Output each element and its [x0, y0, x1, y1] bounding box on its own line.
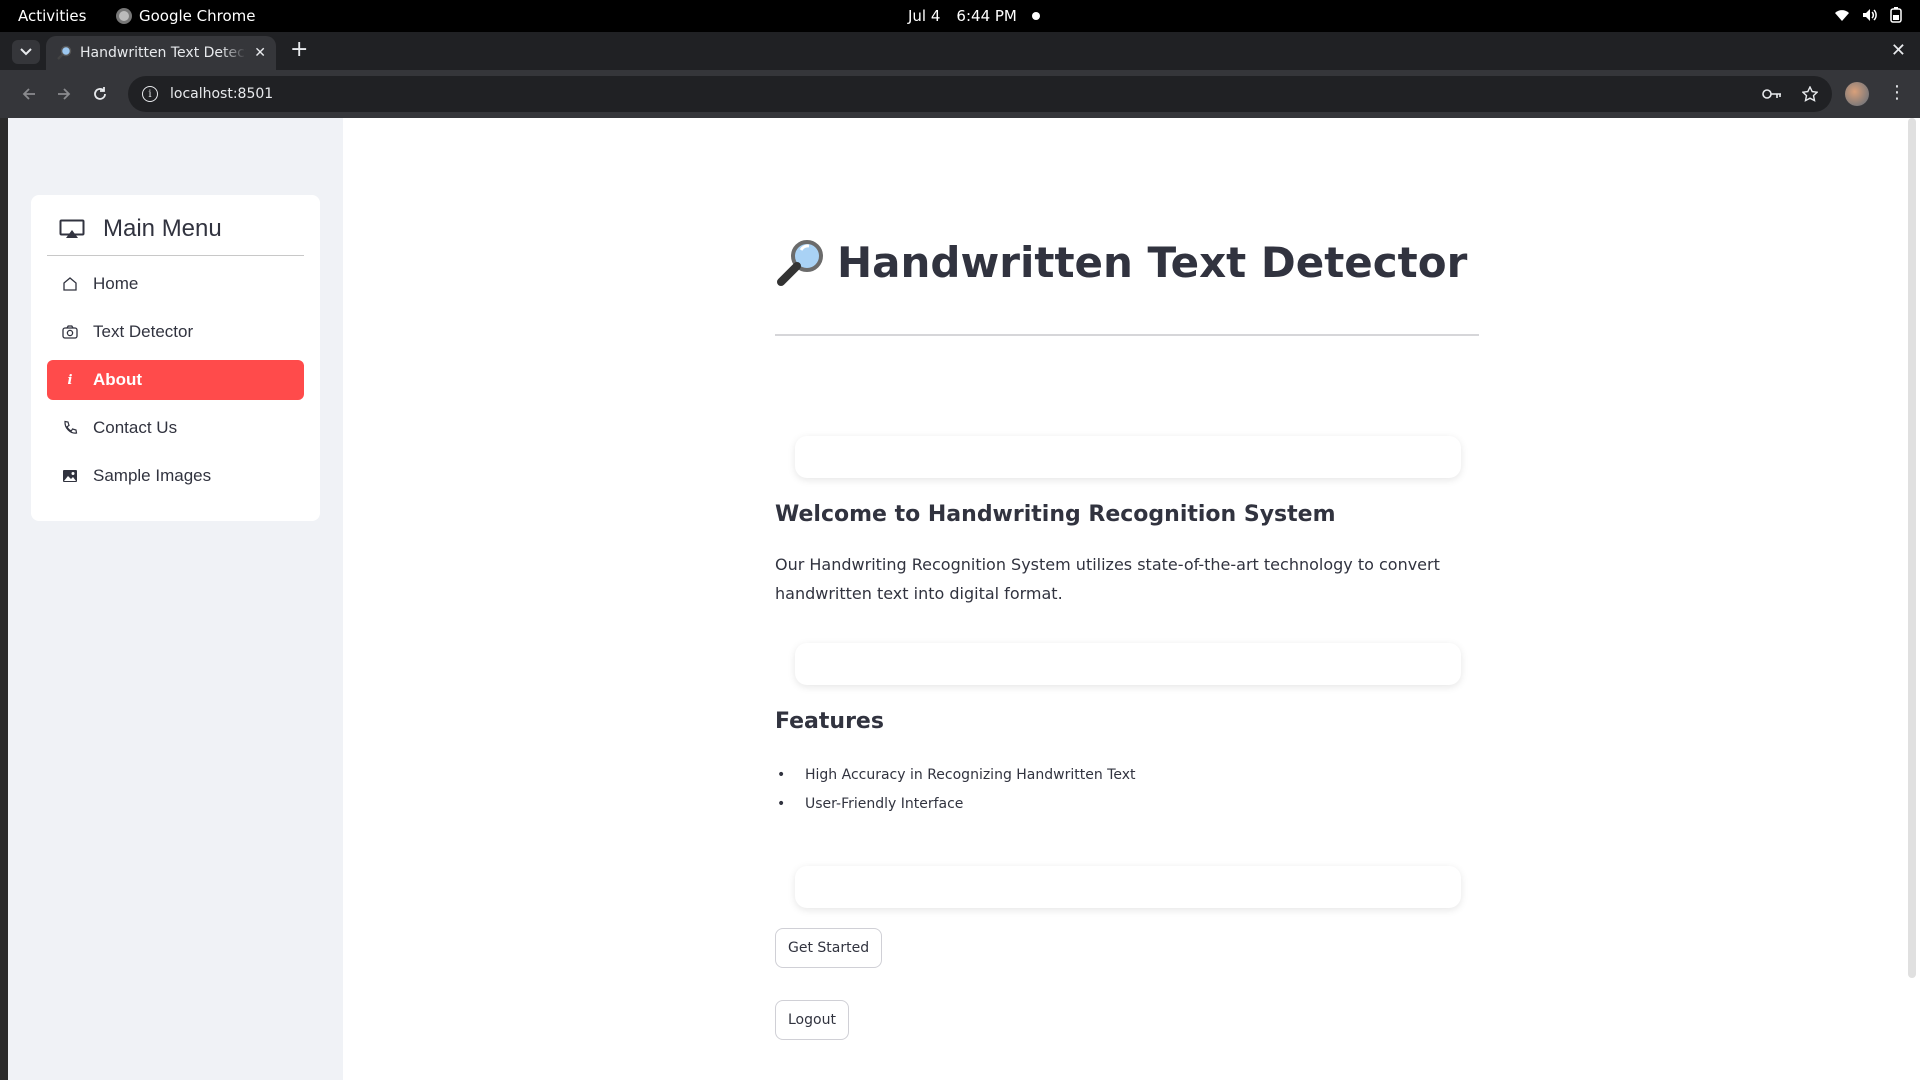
window-close-button[interactable]: ✕	[1891, 40, 1906, 61]
sidebar-item-label: About	[93, 370, 143, 389]
browser-tab[interactable]: Handwritten Text Detector ✕	[46, 36, 276, 70]
chevron-down-icon	[20, 48, 32, 56]
system-top-bar: Activities Google Chrome Jul 4 6:44 PM	[0, 0, 1920, 32]
content-card	[795, 643, 1461, 685]
phone-icon	[61, 419, 79, 437]
welcome-heading: Welcome to Handwriting Recognition Syste…	[775, 502, 1336, 527]
app-menu[interactable]: Google Chrome	[116, 7, 256, 25]
sidebar: Main Menu Home Text Detector i About Con…	[8, 118, 343, 1080]
arrow-right-icon	[58, 88, 71, 100]
sidebar-item-label: Home	[93, 274, 139, 293]
main-menu-header: Main Menu	[47, 209, 304, 256]
new-tab-button[interactable]: +	[290, 39, 308, 61]
main-menu-title: Main Menu	[103, 215, 222, 242]
content-card	[795, 866, 1461, 908]
sidebar-item-label: Contact Us	[93, 418, 178, 437]
chrome-icon	[116, 8, 132, 24]
address-bar[interactable]: i localhost:8501	[128, 76, 1832, 112]
magnifying-glass-icon	[777, 240, 823, 286]
battery-icon	[1890, 7, 1902, 23]
url-text[interactable]: localhost:8501	[170, 86, 1750, 102]
tab-title: Handwritten Text Detector	[80, 45, 247, 61]
list-item: User-Friendly Interface	[775, 789, 1135, 818]
sidebar-item-text-detector[interactable]: Text Detector	[47, 312, 304, 352]
page-title-text: Handwritten Text Detector	[837, 237, 1468, 287]
star-icon[interactable]	[1802, 86, 1818, 102]
system-tray[interactable]	[1834, 7, 1902, 23]
tab-strip: Handwritten Text Detector ✕ + ✕	[0, 32, 1920, 70]
reload-button[interactable]	[88, 82, 112, 106]
image-icon	[61, 467, 79, 485]
profile-avatar[interactable]	[1845, 82, 1869, 106]
wifi-icon	[1835, 10, 1849, 21]
activities-button[interactable]: Activities	[18, 7, 86, 25]
sidebar-item-sample-images[interactable]: Sample Images	[47, 456, 304, 496]
arrow-left-icon	[22, 88, 35, 100]
get-started-button[interactable]: Get Started	[775, 928, 883, 968]
house-icon	[61, 275, 79, 293]
logout-button[interactable]: Logout	[775, 1000, 849, 1040]
time: 6:44 PM	[956, 7, 1017, 25]
key-icon[interactable]	[1762, 88, 1782, 100]
info-icon: i	[67, 372, 73, 388]
back-button[interactable]	[17, 82, 41, 106]
notification-dot-icon	[1032, 12, 1040, 20]
clock[interactable]: Jul 4 6:44 PM	[908, 7, 1017, 25]
window-edge	[0, 118, 8, 1080]
display-icon	[59, 219, 85, 238]
welcome-text: Our Handwriting Recognition System utili…	[775, 555, 1440, 603]
app-name: Google Chrome	[139, 7, 256, 25]
main-menu-list: Home Text Detector i About Contact Us Sa…	[47, 264, 304, 496]
tab-close-icon[interactable]: ✕	[254, 45, 266, 61]
features-heading: Features	[775, 709, 884, 734]
volume-icon	[1863, 9, 1877, 21]
site-info-icon[interactable]: i	[142, 86, 158, 102]
browser-toolbar: i localhost:8501 ⋮	[0, 70, 1920, 118]
browser-menu-icon[interactable]: ⋮	[1888, 84, 1906, 102]
main-menu: Main Menu Home Text Detector i About Con…	[31, 195, 320, 521]
camera-icon	[61, 323, 79, 341]
list-item: High Accuracy in Recognizing Handwritten…	[775, 760, 1135, 789]
sidebar-item-label: Text Detector	[93, 322, 194, 341]
page-title: Handwritten Text Detector	[775, 236, 1467, 288]
sidebar-item-contact-us[interactable]: Contact Us	[47, 408, 304, 448]
page-scrollbar[interactable]	[1908, 118, 1916, 978]
reload-icon	[94, 87, 106, 100]
content-card	[795, 436, 1461, 478]
magnifying-glass-icon	[57, 45, 72, 60]
tab-search-button[interactable]	[12, 40, 40, 64]
forward-button[interactable]	[52, 82, 76, 106]
features-list: High Accuracy in Recognizing Handwritten…	[775, 760, 1135, 818]
title-divider	[775, 334, 1479, 336]
page-viewport: Main Menu Home Text Detector i About Con…	[0, 118, 1920, 1080]
sidebar-item-about[interactable]: i About	[47, 360, 304, 400]
sidebar-item-home[interactable]: Home	[47, 264, 304, 304]
sidebar-item-label: Sample Images	[93, 466, 212, 485]
date: Jul 4	[908, 7, 941, 25]
